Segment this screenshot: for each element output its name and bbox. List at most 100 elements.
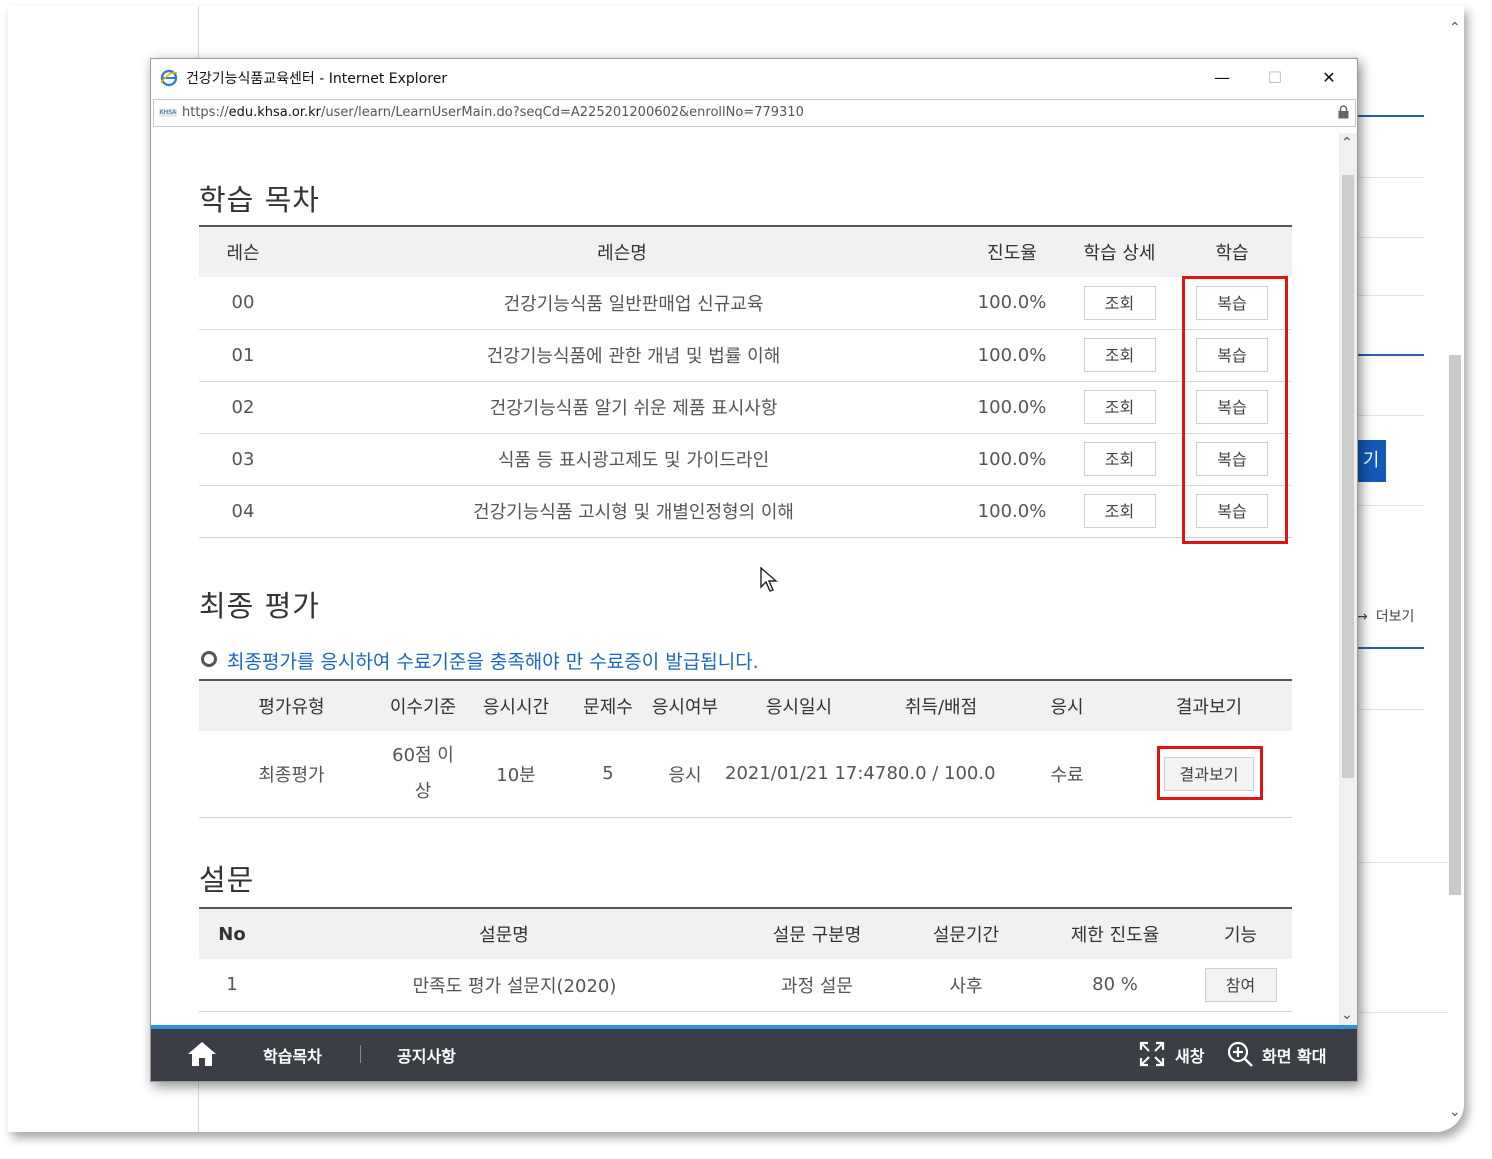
background-more-link[interactable]: → 더보기 — [1356, 606, 1414, 626]
background-rule — [1358, 295, 1424, 296]
background-rule — [1358, 1012, 1448, 1013]
column-header: 학습 상세 — [1083, 243, 1156, 264]
eval-type: 최종평가 — [199, 731, 384, 818]
column-header: 이수기준 — [389, 697, 457, 718]
table-row: 01 건강기능식품에 관한 개념 및 법률 이해 100.0% 조회 복습 — [199, 329, 1292, 382]
lesson-name: 건강기능식품 알기 쉬운 제품 표시사항 — [287, 381, 957, 434]
table-row: 00 건강기능식품 일반판매업 신규교육 100.0% 조회 복습 — [199, 277, 1292, 330]
maximize-button[interactable]: ☐ — [1252, 61, 1298, 95]
column-header: 응시일시 — [765, 697, 833, 718]
mouse-cursor-icon — [760, 567, 778, 592]
divider — [360, 1045, 361, 1063]
lesson-name: 건강기능식품 고시형 및 개별인정형의 이해 — [287, 485, 957, 538]
view-detail-button[interactable]: 조회 — [1083, 494, 1156, 528]
column-header: 제한 진도율 — [1070, 925, 1160, 946]
background-rule — [1358, 647, 1424, 649]
lesson-number: 01 — [199, 329, 287, 382]
lesson-progress: 100.0% — [957, 381, 1067, 434]
scrollbar-thumb[interactable] — [1342, 175, 1354, 778]
background-rule — [1358, 354, 1424, 356]
zoom-button[interactable]: 화면 확대 — [1262, 1043, 1326, 1067]
lesson-progress: 100.0% — [957, 485, 1067, 538]
eval-questions: 5 — [570, 731, 646, 818]
home-icon[interactable] — [187, 1041, 217, 1067]
circle-bullet-icon — [201, 651, 217, 667]
ie-popup-window: 건강기능식품교육센터 - Internet Explorer — ☐ ✕ KHS… — [150, 58, 1358, 1082]
toc-nav-button[interactable]: 학습목차 — [263, 1043, 322, 1067]
background-rule — [1358, 862, 1448, 863]
address-bar[interactable]: KHSA https://edu.khsa.or.kr/user/learn/L… — [153, 99, 1356, 127]
background-blue-button[interactable]: 기 — [1356, 440, 1386, 482]
table-header-row: No 설문명 설문 구분명 설문기간 제한 진도율 기능 — [199, 908, 1292, 959]
eval-taken: 응시 — [646, 731, 724, 818]
table-header-row: 레슨 레슨명 진도율 학습 상세 학습 — [199, 226, 1292, 277]
zoom-in-icon[interactable] — [1227, 1041, 1253, 1067]
more-label: 더보기 — [1375, 609, 1415, 625]
expand-arrows-icon[interactable] — [1139, 1041, 1165, 1067]
participate-button[interactable]: 참여 — [1204, 967, 1277, 1002]
column-header: 설문명 — [479, 925, 529, 946]
toc-table: 레슨 레슨명 진도율 학습 상세 학습 00 건강기능식품 일반판매업 신규교육… — [199, 225, 1292, 538]
eval-criteria: 60점 이상 — [384, 731, 462, 818]
scroll-down-icon[interactable]: ⌄ — [1341, 1007, 1353, 1023]
lesson-progress: 100.0% — [957, 277, 1067, 330]
background-rule — [1358, 415, 1424, 416]
lesson-number: 03 — [199, 433, 287, 486]
column-header: 응시여부 — [651, 697, 719, 718]
column-header: No — [218, 923, 246, 945]
view-detail-button[interactable]: 조회 — [1083, 338, 1156, 372]
close-button[interactable]: ✕ — [1306, 61, 1352, 95]
column-header: 설문 구분명 — [772, 925, 862, 946]
table-row: 03 식품 등 표시광고제도 및 가이드라인 100.0% 조회 복습 — [199, 433, 1292, 486]
eval-status: 수료 — [1008, 731, 1126, 818]
eval-datetime: 2021/01/21 17:47 — [724, 731, 886, 818]
final-eval-notice: 최종평가를 응시하여 수료기준을 충족해야 만 수료증이 발급됩니다. — [201, 647, 759, 674]
background-scrollbar[interactable]: ⌃ ⌄ — [1446, 20, 1464, 1120]
column-header: 평가유형 — [258, 697, 325, 718]
view-detail-button[interactable]: 조회 — [1083, 390, 1156, 424]
bottom-toolbar: 학습목차 공지사항 새창 화면 확대 — [151, 1025, 1357, 1081]
scroll-down-icon[interactable]: ⌄ — [1449, 1104, 1461, 1120]
survey-number: 1 — [199, 959, 265, 1012]
table-row: 04 건강기능식품 고시형 및 개별인정형의 이해 100.0% 조회 복습 — [199, 485, 1292, 538]
lesson-name: 식품 등 표시광고제도 및 가이드라인 — [287, 433, 957, 486]
background-rule — [1358, 505, 1424, 506]
notice-text: 최종평가를 응시하여 수료기준을 충족해야 만 수료증이 발급됩니다. — [227, 651, 759, 673]
final-eval-title: 최종 평가 — [199, 589, 320, 623]
eval-score: 80.0 / 100.0 — [874, 731, 1008, 818]
table-header-row: 평가유형 이수기준 응시시간 문제수 응시여부 응시일시 취득/배점 응시 결과… — [199, 680, 1292, 731]
notice-nav-button[interactable]: 공지사항 — [397, 1043, 456, 1067]
background-rule — [1358, 177, 1424, 178]
column-header: 결과보기 — [1175, 697, 1243, 718]
table-row: 최종평가 60점 이상 10분 5 응시 2021/01/21 17:47 80… — [199, 731, 1292, 818]
lesson-progress: 100.0% — [957, 329, 1067, 382]
lesson-number: 00 — [199, 277, 287, 330]
column-header: 응시시간 — [482, 697, 550, 718]
eval-time: 10분 — [462, 731, 570, 818]
column-header: 레슨 — [226, 243, 260, 264]
column-header: 진도율 — [987, 243, 1037, 264]
popup-scrollbar[interactable]: ⌃ ⌄ — [1339, 133, 1357, 1025]
title-bar[interactable]: 건강기능식품교육센터 - Internet Explorer — ☐ ✕ — [151, 59, 1357, 97]
lock-icon[interactable] — [1338, 105, 1349, 119]
scroll-up-icon[interactable]: ⌃ — [1449, 20, 1461, 36]
survey-period: 사후 — [891, 959, 1041, 1012]
minimize-button[interactable]: — — [1199, 61, 1245, 95]
column-header: 학습 — [1215, 243, 1249, 264]
page-content: 학습 목차 레슨 레슨명 진도율 학습 상세 학습 00 건강기능식품 일반판매… — [151, 133, 1339, 1025]
url-text[interactable]: https://edu.khsa.or.kr/user/learn/LearnU… — [182, 105, 804, 120]
lesson-number: 04 — [199, 485, 287, 538]
survey-category: 과정 설문 — [743, 959, 891, 1012]
survey-name: 만족도 평가 설문지(2020) — [265, 959, 743, 1012]
final-eval-table: 평가유형 이수기준 응시시간 문제수 응시여부 응시일시 취득/배점 응시 결과… — [199, 679, 1292, 818]
url-prefix: https:// — [182, 105, 229, 120]
background-rule — [1358, 709, 1424, 710]
scrollbar-thumb[interactable] — [1449, 355, 1461, 895]
view-detail-button[interactable]: 조회 — [1083, 442, 1156, 476]
column-header: 문제수 — [583, 697, 633, 718]
column-header: 응시 — [1050, 697, 1084, 718]
view-detail-button[interactable]: 조회 — [1083, 285, 1156, 320]
scroll-up-icon[interactable]: ⌃ — [1341, 135, 1353, 151]
new-window-button[interactable]: 새창 — [1175, 1043, 1204, 1067]
table-row: 02 건강기능식품 알기 쉬운 제품 표시사항 100.0% 조회 복습 — [199, 381, 1292, 434]
